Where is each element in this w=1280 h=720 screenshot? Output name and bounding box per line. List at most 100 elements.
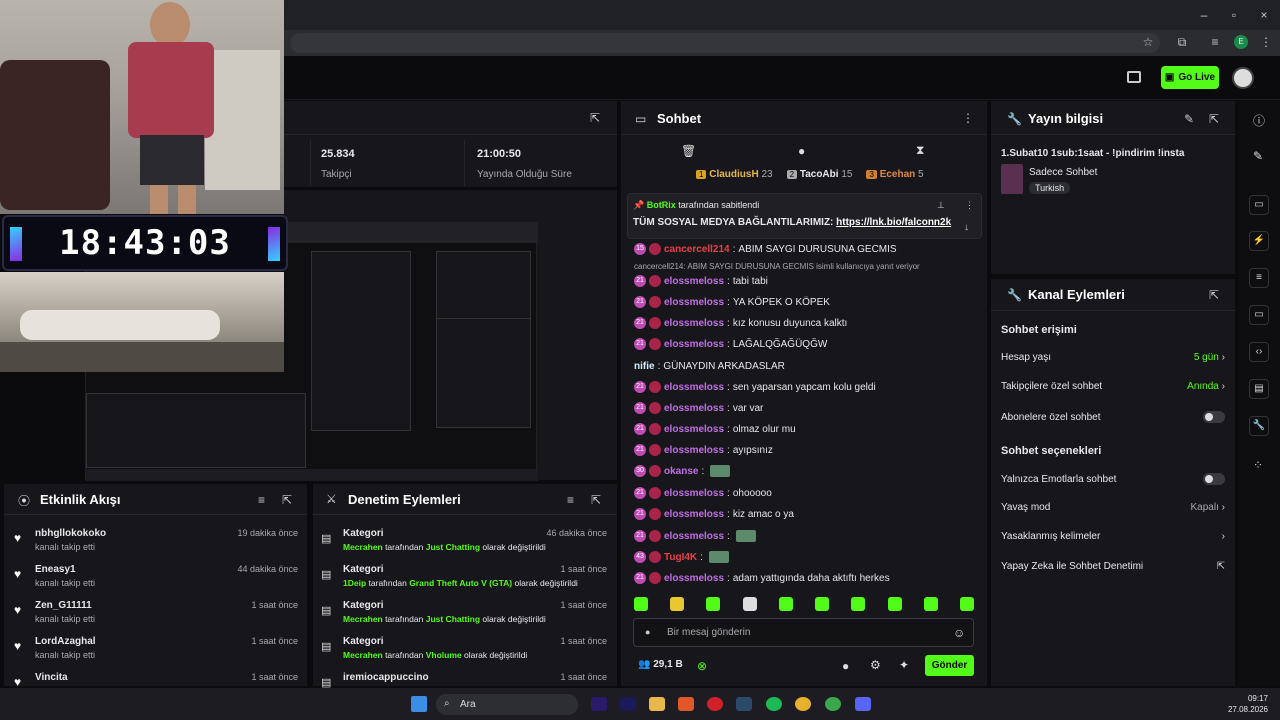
chat-message[interactable]: 21 elossmeloss: olmaz olur mu xyxy=(634,421,796,437)
unpin-icon[interactable]: ⊥ xyxy=(937,200,945,211)
follower-chat-row[interactable]: Takipçilere özel sohbet Anında › xyxy=(1001,381,1225,392)
wrench-icon[interactable]: 🔧 xyxy=(1249,416,1269,436)
chat-message[interactable]: 21 elossmeloss: ayıpsınız xyxy=(634,442,773,458)
chat-username[interactable]: elossmeloss xyxy=(664,382,724,393)
brave-icon[interactable] xyxy=(678,697,694,711)
steam-icon[interactable] xyxy=(736,697,752,711)
collapse-icon[interactable]: ↓ xyxy=(964,222,969,233)
expand-icon[interactable]: ⇱ xyxy=(591,493,601,507)
pinned-menu-icon[interactable]: ⋮ xyxy=(965,200,974,211)
chat-message[interactable]: 30 okanse: xyxy=(634,463,731,479)
emote-icon[interactable] xyxy=(706,597,721,611)
emote-icon[interactable] xyxy=(778,597,793,611)
chat-message[interactable]: 21 elossmeloss: kiz amac o ya xyxy=(634,506,794,522)
chat-username[interactable]: okanse xyxy=(664,466,698,477)
chat-bubble-icon[interactable]: ● xyxy=(798,144,805,158)
chat-username[interactable]: elossmeloss xyxy=(664,318,724,329)
chat-message[interactable]: 21 elossmeloss: tabi tabi xyxy=(634,273,768,289)
leader-3[interactable]: 3 Ecehan 5 xyxy=(866,169,924,180)
chat-username[interactable]: cancercell214 xyxy=(664,244,730,255)
chrome-profile-icon[interactable] xyxy=(825,697,841,711)
chat-username[interactable]: elossmeloss xyxy=(664,339,724,350)
chat-username[interactable]: elossmeloss xyxy=(664,573,724,584)
list-icon[interactable]: ≡ xyxy=(1249,268,1269,288)
code-icon[interactable]: ‹› xyxy=(1249,342,1269,362)
windows-start-icon[interactable] xyxy=(411,696,427,712)
after-effects-icon[interactable] xyxy=(620,697,636,711)
subscriber-toggle[interactable] xyxy=(1203,411,1225,423)
pinned-link[interactable]: https://lnk.bio/falconn2k xyxy=(836,217,951,228)
emoji-icon[interactable]: ☺ xyxy=(953,626,965,640)
opera-icon[interactable] xyxy=(707,697,723,711)
slow-mode-row[interactable]: Yavaş mod Kapalı › xyxy=(1001,502,1225,513)
emote-icon[interactable] xyxy=(923,597,938,611)
chat-username[interactable]: elossmeloss xyxy=(664,403,724,414)
chat-username[interactable]: elossmeloss xyxy=(664,276,724,287)
extensions-icon[interactable]: ⧉ xyxy=(1174,35,1190,50)
emote-icon[interactable] xyxy=(670,597,685,611)
chat-username[interactable]: elossmeloss xyxy=(664,531,724,542)
theater-icon[interactable] xyxy=(1127,71,1141,83)
kick-icon[interactable]: ⊗ xyxy=(697,659,707,673)
close-icon[interactable]: × xyxy=(1256,8,1272,22)
lightning-icon[interactable]: ⚡ xyxy=(1249,231,1269,251)
pen-icon[interactable]: ✎ xyxy=(1253,149,1263,163)
account-age-row[interactable]: Hesap yaşı 5 gün › xyxy=(1001,352,1225,363)
chat-username[interactable]: elossmeloss xyxy=(664,445,724,456)
chat-username[interactable]: elossmeloss xyxy=(664,424,724,435)
address-bar[interactable] xyxy=(290,33,1160,53)
taskbar-search[interactable] xyxy=(436,694,578,715)
follower-name[interactable]: Zen_G11111 xyxy=(35,600,92,611)
emote-only-toggle[interactable] xyxy=(1203,473,1225,485)
menu-icon[interactable]: ⋮ xyxy=(1258,35,1274,49)
ai-moderation-row[interactable]: Yapay Zeka ile Sohbet Denetimi ⇱ xyxy=(1001,561,1225,572)
profile-icon[interactable]: E xyxy=(1234,35,1248,49)
dots-icon[interactable]: ⁘ xyxy=(1253,458,1263,472)
chat-message[interactable]: nifie: GÜNAYDIN ARKADASLAR xyxy=(634,358,785,374)
category-name[interactable]: Sadece Sohbet xyxy=(1029,167,1097,178)
emote-icon[interactable] xyxy=(634,597,648,611)
chat-menu-icon[interactable]: ⋮ xyxy=(962,111,974,125)
chat-username[interactable]: elossmeloss xyxy=(664,297,724,308)
chat-username[interactable]: elossmeloss xyxy=(664,509,724,520)
tag-chip[interactable]: Turkish xyxy=(1029,182,1071,194)
premiere-icon[interactable] xyxy=(591,697,607,711)
hourglass-icon[interactable]: ⧗ xyxy=(916,143,924,158)
star-icon[interactable]: ☆ xyxy=(1140,35,1156,49)
follower-name[interactable]: Eneasy1 xyxy=(35,564,76,575)
chat-message[interactable]: 21 elossmeloss: sen yaparsan yapcam kolu … xyxy=(634,379,876,395)
avatar[interactable] xyxy=(1232,67,1254,89)
chat-message[interactable]: 21 elossmeloss: var var xyxy=(634,400,763,416)
chat-message[interactable]: 21 elossmeloss: kız konusu duyunca kalktı xyxy=(634,315,847,331)
chat-message[interactable]: 43 TugI4K: xyxy=(634,549,729,565)
send-button[interactable]: Gönder xyxy=(925,655,974,676)
chat-message[interactable]: 21 elossmeloss: adam yattıgında daha aktı… xyxy=(634,570,890,586)
filter-icon[interactable]: ≡ xyxy=(567,493,574,507)
spotify-icon[interactable] xyxy=(766,697,782,711)
layers-icon[interactable]: ▤ xyxy=(1249,379,1269,399)
follower-name[interactable]: LordAzaghal xyxy=(35,636,96,647)
panel-icon[interactable]: ▭ xyxy=(1249,195,1269,215)
chat-username[interactable]: elossmeloss xyxy=(664,488,724,499)
chat-message[interactable]: 21 elossmeloss: YA KÖPEK O KÖPEK xyxy=(634,294,830,310)
folder-icon[interactable] xyxy=(649,697,665,711)
emote-icon[interactable] xyxy=(851,597,866,611)
chat-username[interactable]: nifie xyxy=(634,361,655,372)
media-icon[interactable]: ≡ xyxy=(1207,35,1223,49)
leader-1[interactable]: 1 ClaudiusH 23 xyxy=(696,169,773,180)
emote-icon[interactable] xyxy=(815,597,830,611)
follower-name[interactable]: nbhgllokokoko xyxy=(35,528,106,539)
chat-message[interactable]: 15 cancercell214: ABIM SAYGI DURUSUNA GEC… xyxy=(634,241,897,257)
edit-icon[interactable]: ✎ xyxy=(1184,112,1194,126)
tray-time[interactable]: 09:17 xyxy=(1228,694,1268,703)
follower-name[interactable]: Vincita xyxy=(35,672,68,683)
chat-message[interactable]: 21 elossmeloss: xyxy=(634,528,756,544)
chat-message[interactable]: 21 elossmeloss: LAĞALQĞAĞÜQĞW xyxy=(634,336,827,352)
expand-icon[interactable]: ⇱ xyxy=(282,493,292,507)
go-live-button[interactable]: ▣ Go Live xyxy=(1161,66,1219,89)
chat-username[interactable]: TugI4K xyxy=(664,552,697,563)
filter-icon[interactable]: ≡ xyxy=(258,493,265,507)
banned-words-row[interactable]: Yasaklanmış kelimeler › xyxy=(1001,531,1225,542)
expand-icon[interactable]: ⇱ xyxy=(1209,112,1219,126)
minimize-icon[interactable]: – xyxy=(1196,8,1212,22)
